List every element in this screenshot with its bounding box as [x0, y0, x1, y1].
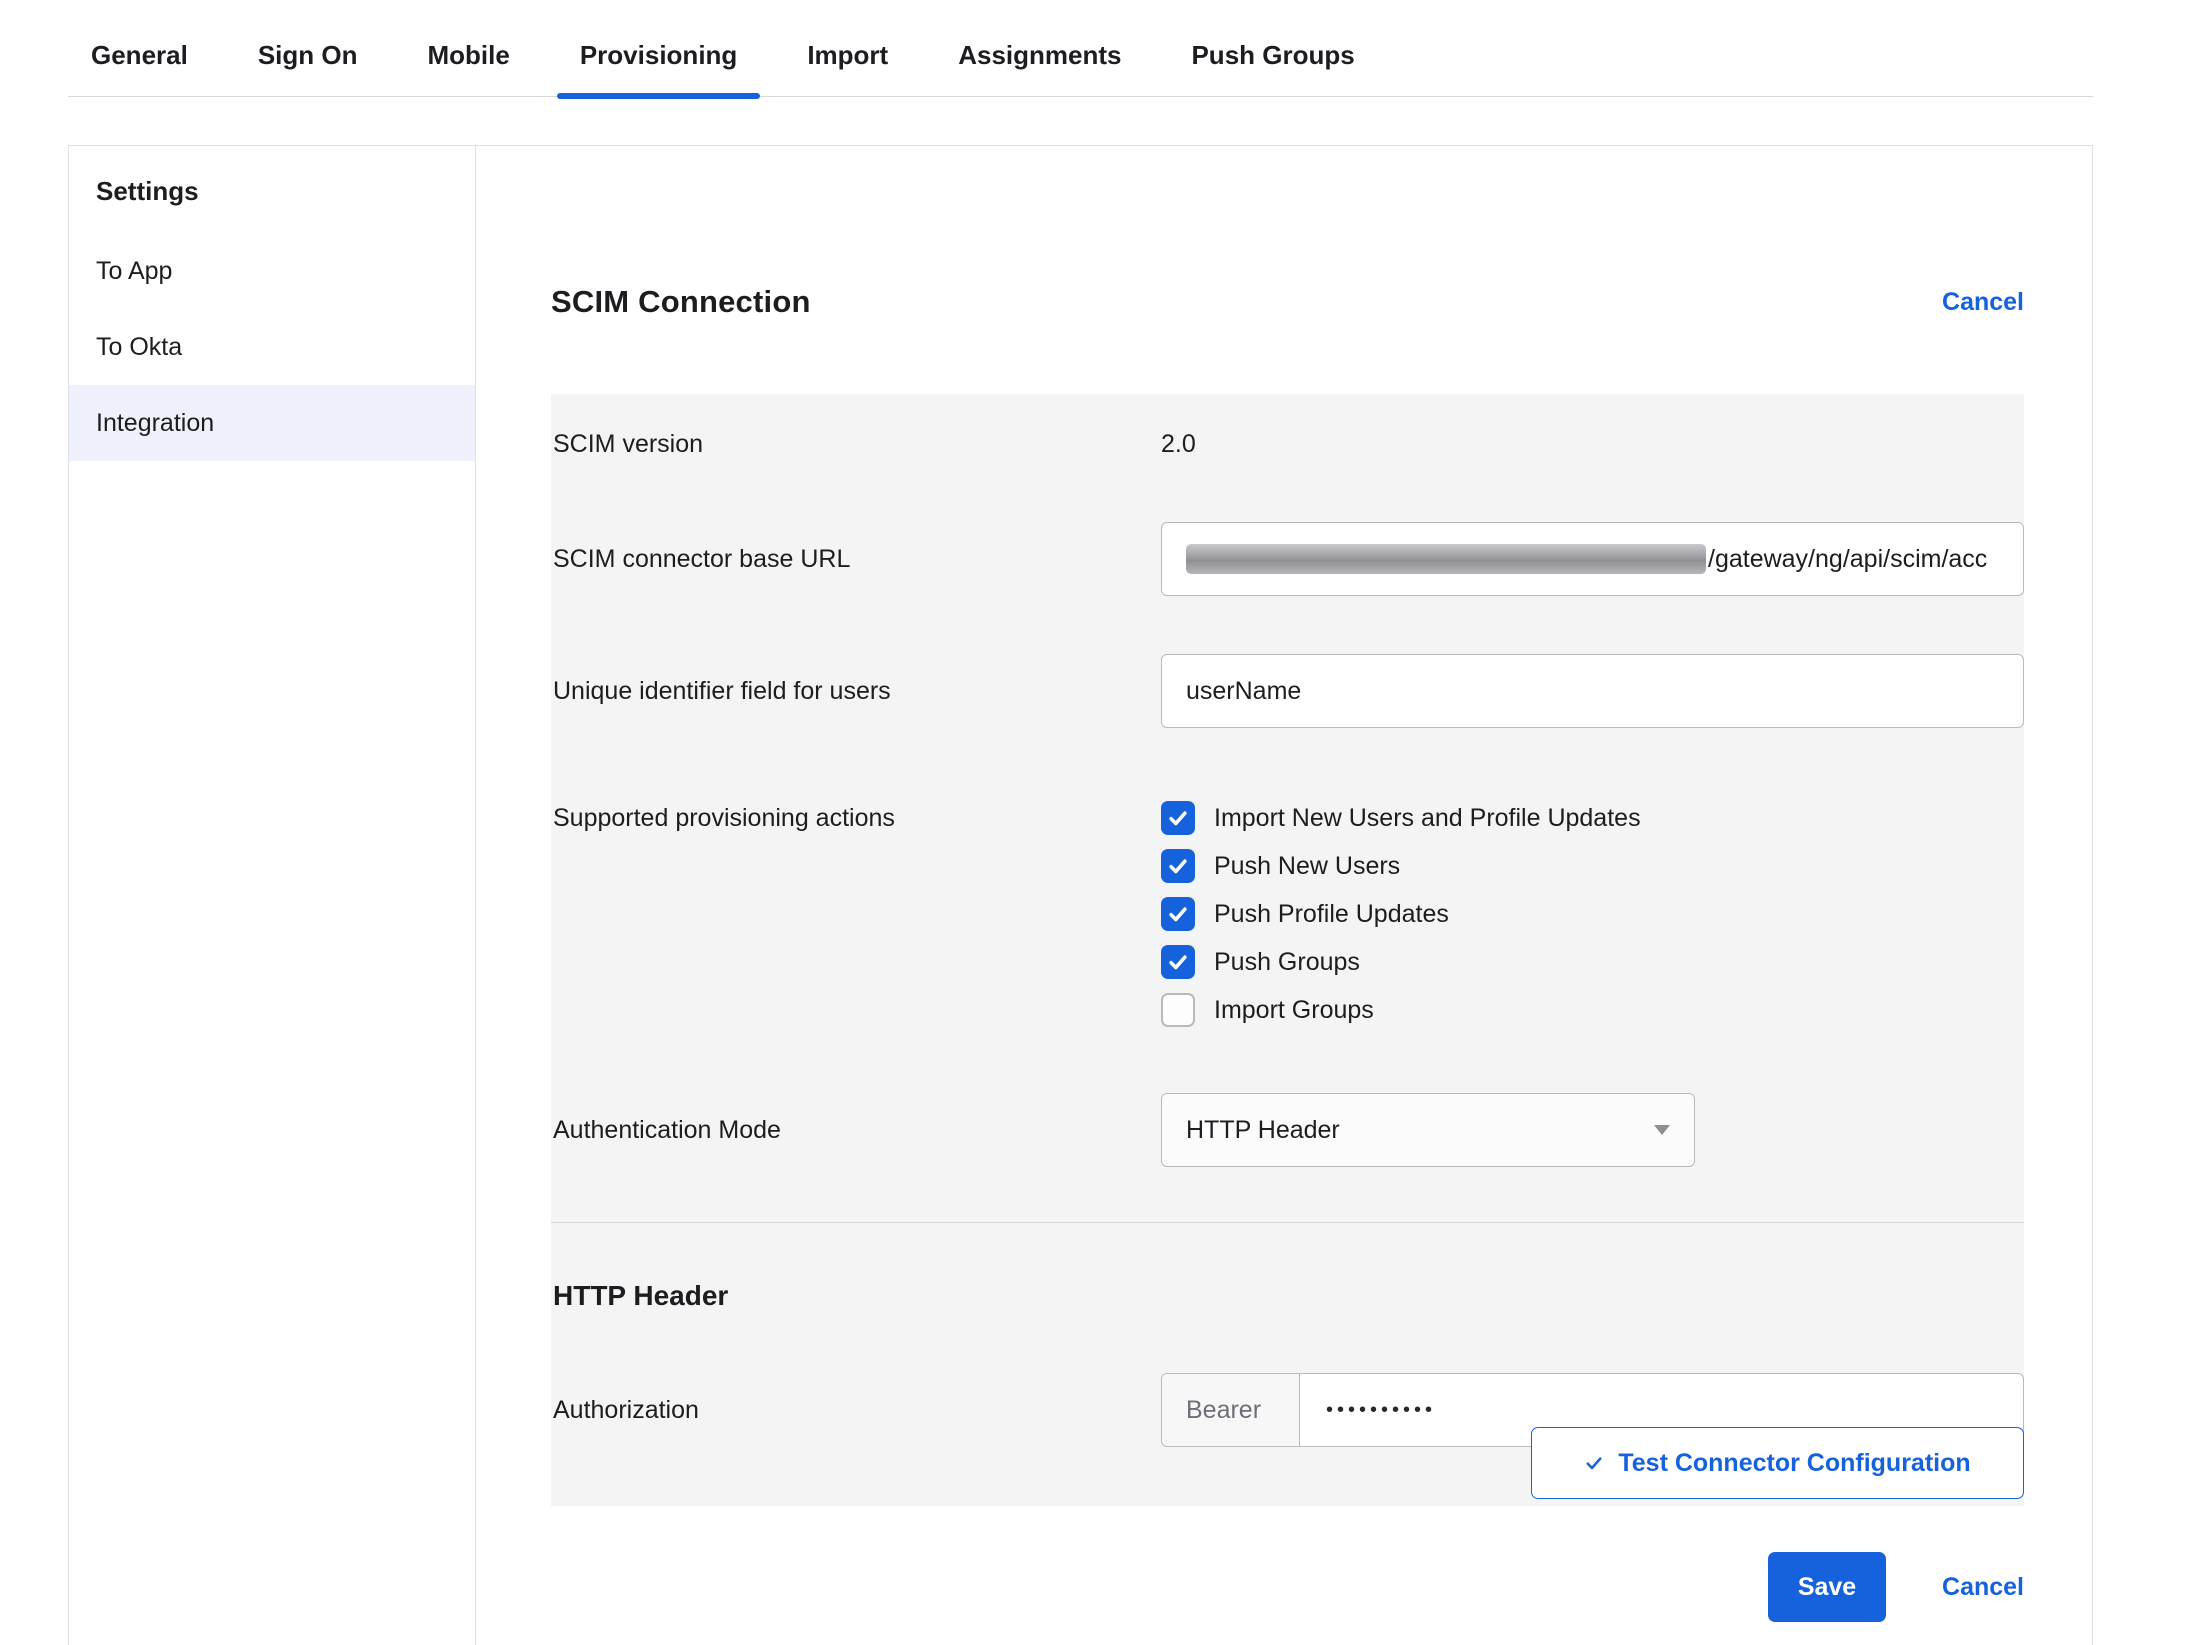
- test-connector-configuration-button[interactable]: Test Connector Configuration: [1531, 1427, 2024, 1499]
- checkbox-unchecked-icon[interactable]: [1161, 993, 1195, 1027]
- content-header: SCIM Connection Cancel: [551, 284, 2024, 320]
- http-header-section-title: HTTP Header: [553, 1280, 728, 1312]
- sidebar-title: Settings: [96, 176, 475, 207]
- checkbox-label: Push Profile Updates: [1214, 900, 1449, 929]
- base-url-input[interactable]: /gateway/ng/api/scim/acc: [1161, 522, 2024, 596]
- checkmark-icon: [1167, 951, 1189, 973]
- checkbox-import-new-users[interactable]: Import New Users and Profile Updates: [1161, 794, 2024, 842]
- checkbox-checked-icon[interactable]: [1161, 849, 1195, 883]
- check-icon: [1584, 1453, 1604, 1473]
- checkbox-label: Push New Users: [1214, 852, 1400, 881]
- unique-identifier-value: userName: [1186, 677, 1301, 706]
- authorization-token-input[interactable]: ••••••••••: [1300, 1374, 1436, 1446]
- section-divider: [551, 1222, 2024, 1223]
- checkmark-icon: [1167, 807, 1189, 829]
- sidebar-item-to-okta[interactable]: To Okta: [69, 309, 475, 385]
- tab-mobile[interactable]: Mobile: [428, 0, 510, 96]
- scim-version-label: SCIM version: [551, 430, 1161, 459]
- checkbox-push-groups[interactable]: Push Groups: [1161, 938, 2024, 986]
- checkbox-checked-icon[interactable]: [1161, 801, 1195, 835]
- authentication-mode-value: HTTP Header: [1186, 1116, 1340, 1145]
- tab-import[interactable]: Import: [807, 0, 888, 96]
- authorization-label: Authorization: [551, 1396, 1161, 1425]
- test-connector-label: Test Connector Configuration: [1618, 1449, 1970, 1478]
- checkbox-label: Import New Users and Profile Updates: [1214, 804, 1641, 833]
- save-button[interactable]: Save: [1768, 1552, 1886, 1622]
- checkbox-import-groups[interactable]: Import Groups: [1161, 986, 2024, 1034]
- scim-version-value: 2.0: [1161, 430, 1196, 459]
- bearer-prefix: Bearer: [1162, 1374, 1300, 1446]
- base-url-label: SCIM connector base URL: [551, 545, 1161, 574]
- page-title: SCIM Connection: [551, 284, 811, 320]
- base-url-row: SCIM connector base URL /gateway/ng/api/…: [551, 522, 2024, 596]
- sidebar-item-integration[interactable]: Integration: [69, 385, 475, 461]
- checkbox-checked-icon[interactable]: [1161, 945, 1195, 979]
- tab-general[interactable]: General: [91, 0, 188, 96]
- unique-identifier-label: Unique identifier field for users: [551, 677, 1161, 706]
- provisioning-actions-label: Supported provisioning actions: [551, 794, 1161, 835]
- cancel-link-bottom[interactable]: Cancel: [1942, 1573, 2024, 1602]
- scim-version-row: SCIM version 2.0: [551, 424, 2024, 464]
- tab-list: General Sign On Mobile Provisioning Impo…: [68, 0, 2093, 96]
- checkmark-icon: [1167, 903, 1189, 925]
- provisioning-panel: Settings To App To Okta Integration SCIM…: [68, 145, 2093, 1645]
- cancel-link-top[interactable]: Cancel: [1942, 288, 2024, 317]
- authentication-mode-select[interactable]: HTTP Header: [1161, 1093, 1695, 1167]
- checkbox-label: Push Groups: [1214, 948, 1360, 977]
- tab-sign-on[interactable]: Sign On: [258, 0, 358, 96]
- base-url-visible-text: /gateway/ng/api/scim/acc: [1708, 545, 1987, 574]
- tab-provisioning[interactable]: Provisioning: [580, 0, 737, 96]
- provisioning-actions-options: Import New Users and Profile Updates Pus…: [1161, 794, 2024, 1034]
- chevron-down-icon: [1654, 1125, 1670, 1135]
- checkbox-label: Import Groups: [1214, 996, 1374, 1025]
- unique-identifier-row: Unique identifier field for users userNa…: [551, 654, 2024, 728]
- unique-identifier-input[interactable]: userName: [1161, 654, 2024, 728]
- settings-sidebar: Settings To App To Okta Integration: [69, 146, 476, 1645]
- scim-connection-form: SCIM version 2.0 SCIM connector base URL…: [551, 394, 2024, 1506]
- authentication-mode-label: Authentication Mode: [551, 1116, 1161, 1145]
- authentication-mode-row: Authentication Mode HTTP Header: [551, 1093, 2024, 1167]
- checkbox-checked-icon[interactable]: [1161, 897, 1195, 931]
- tab-bar: General Sign On Mobile Provisioning Impo…: [68, 0, 2093, 97]
- checkbox-push-new-users[interactable]: Push New Users: [1161, 842, 2024, 890]
- form-actions: Save Cancel: [551, 1552, 2024, 1622]
- sidebar-item-to-app[interactable]: To App: [69, 233, 475, 309]
- checkmark-icon: [1167, 855, 1189, 877]
- redacted-url-mask: [1186, 544, 1706, 574]
- tab-assignments[interactable]: Assignments: [958, 0, 1121, 96]
- checkbox-push-profile-updates[interactable]: Push Profile Updates: [1161, 890, 2024, 938]
- tab-push-groups[interactable]: Push Groups: [1191, 0, 1354, 96]
- provisioning-actions-row: Supported provisioning actions Import Ne…: [551, 794, 2024, 1034]
